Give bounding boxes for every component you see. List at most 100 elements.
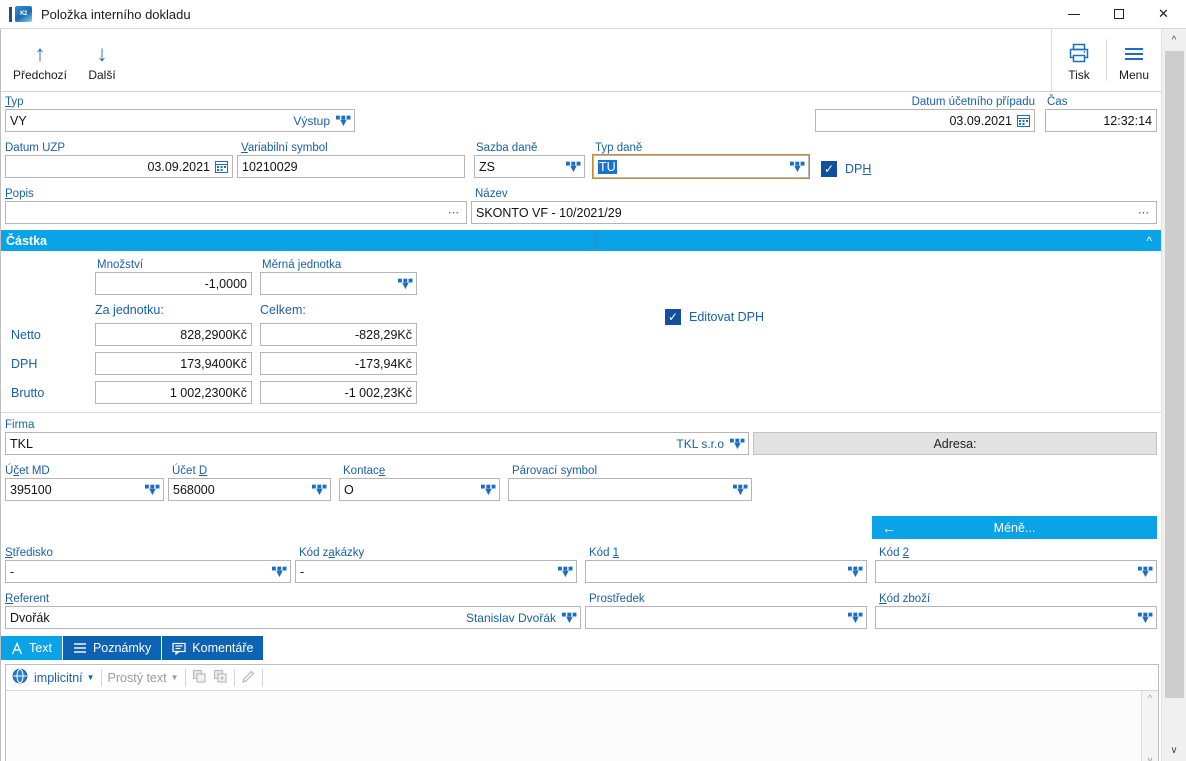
chevron-down-icon[interactable]: ■■■ ▼ xyxy=(733,483,749,498)
field-merna-jednotka: Měrná jednotka ■■■ ▼ xyxy=(260,257,417,295)
chevron-down-icon[interactable]: ■■■ ▼ xyxy=(145,483,161,498)
chevron-down-icon[interactable]: ■■■ ▼ xyxy=(848,565,864,580)
tab-komentare[interactable]: Komentáře xyxy=(162,636,265,660)
field-parovaci-symbol: Párovací symbol ■■■ ▼ xyxy=(508,461,760,504)
ucet-md-input[interactable]: 395100 ■■■ ▼ xyxy=(5,478,164,501)
brutto-unit-input[interactable]: 1 002,2300 Kč xyxy=(95,381,252,404)
copy-add-icon[interactable] xyxy=(213,669,228,687)
field-kod-zakazky-label: Kód zakázky xyxy=(299,547,365,559)
parovaci-symbol-input[interactable]: ■■■ ▼ xyxy=(508,478,752,501)
form-row-accounts: Účet MD 395100 ■■■▼ Účet D 568000 ■■■▼ xyxy=(1,461,1161,504)
ucet-d-value: 568000 xyxy=(173,482,215,497)
next-button[interactable]: ↓ Další xyxy=(71,29,133,91)
amount-row-label: Brutto xyxy=(11,385,45,400)
dph-unit-input[interactable]: 173,9400 Kč xyxy=(95,352,252,375)
referent-input[interactable]: Dvořák Stanislav Dvořák ■■■ ▼ xyxy=(5,606,581,629)
datum-ucetniho-pripadu-input[interactable]: 03.09.2021 xyxy=(815,109,1035,132)
language-dropdown[interactable]: implicitní ▼ xyxy=(34,671,95,685)
amounts-left: Množství -1,0000 Měrná jednotka ■■■ ▼ Za… xyxy=(1,257,417,404)
chevron-down-icon[interactable]: ■■■ ▼ xyxy=(398,277,414,292)
nazev-input[interactable]: SKONTO VF - 10/2021/29 ⋯ xyxy=(471,201,1157,224)
field-referent-label: Referent xyxy=(5,593,50,605)
chevron-down-icon[interactable]: ■■■ ▼ xyxy=(790,160,806,175)
scrollbar-thumb[interactable] xyxy=(1164,51,1184,698)
close-icon[interactable]: ✕ xyxy=(1141,0,1186,29)
kod-2-input[interactable]: ■■■ ▼ xyxy=(875,560,1157,583)
ellipsis-icon[interactable]: ⋯ xyxy=(448,206,462,219)
tab-text[interactable]: Text xyxy=(1,636,63,660)
scroll-up-icon[interactable]: ^ xyxy=(1162,29,1186,51)
menu-button-label: Menu xyxy=(1118,67,1150,82)
stredisko-input[interactable]: - ■■■ ▼ xyxy=(5,560,291,583)
chevron-down-icon[interactable]: ■■■ ▼ xyxy=(336,114,352,129)
chevron-down-icon[interactable]: ■■■ ▼ xyxy=(1138,565,1154,580)
scrollbar-track[interactable] xyxy=(1162,51,1186,739)
netto-total-input[interactable]: -828,29 Kč xyxy=(260,323,417,346)
editor-divider xyxy=(184,669,186,686)
chevron-up-icon[interactable]: ^ xyxy=(1146,234,1161,248)
variabilni-symbol-input[interactable]: 10210029 xyxy=(237,155,465,178)
mene-button[interactable]: ← Méně... xyxy=(872,516,1157,539)
scroll-down-icon[interactable]: ∨ xyxy=(1162,739,1186,761)
chevron-down-icon[interactable]: ■■■ ▼ xyxy=(562,611,578,626)
sazba-dane-input[interactable]: ZS ■■■ ▼ xyxy=(474,155,585,178)
window-scrollbar[interactable]: ^ ∨ xyxy=(1161,29,1186,761)
kod-zakazky-input[interactable]: - ■■■ ▼ xyxy=(295,560,577,583)
dph-checkbox[interactable]: ✓ xyxy=(821,161,837,177)
dph-checkbox-row[interactable]: ✓ DPH xyxy=(821,161,871,177)
chevron-down-icon[interactable]: ■■■ ▼ xyxy=(312,483,328,498)
calendar-icon[interactable] xyxy=(215,160,228,173)
editovat-dph-row[interactable]: ✓ Editovat DPH xyxy=(665,309,764,325)
typ-dane-input[interactable]: TU ■■■ ▼ xyxy=(592,154,810,179)
nazev-value: SKONTO VF - 10/2021/29 xyxy=(476,205,622,220)
amount-row-label: Netto xyxy=(11,327,41,342)
castka-section-header[interactable]: Částka ^ xyxy=(1,230,1161,251)
previous-button-label: Předchozí xyxy=(12,67,68,82)
chevron-down-icon[interactable]: ■■■ ▼ xyxy=(730,437,746,452)
copy-icon[interactable] xyxy=(192,669,207,687)
kontace-input[interactable]: O ■■■ ▼ xyxy=(339,478,500,501)
arrow-down-icon: ↓ xyxy=(96,40,108,66)
chevron-down-icon[interactable]: ■■■ ▼ xyxy=(848,611,864,626)
mnozstvi-input[interactable]: -1,0000 xyxy=(95,272,252,295)
editor-scrollbar[interactable]: ^ ∨ xyxy=(1141,691,1158,761)
chevron-down-icon[interactable]: ■■■ ▼ xyxy=(272,565,288,580)
netto-unit-input[interactable]: 828,2900 Kč xyxy=(95,323,252,346)
dph-checkbox-label: DPH xyxy=(845,162,872,176)
kod-1-input[interactable]: ■■■ ▼ xyxy=(585,560,867,583)
scroll-down-icon[interactable]: ∨ xyxy=(1147,755,1154,761)
firma-input[interactable]: TKL TKL s.r.o ■■■ ▼ xyxy=(5,432,749,455)
dph-total-input[interactable]: -173,94 Kč xyxy=(260,352,417,375)
popis-input[interactable]: ⋯ xyxy=(5,201,467,224)
pencil-icon[interactable] xyxy=(241,669,256,687)
chevron-down-icon[interactable]: ■■■ ▼ xyxy=(1138,611,1154,626)
cas-input[interactable]: 12:32:14 xyxy=(1045,109,1157,132)
ellipsis-icon[interactable]: ⋯ xyxy=(1138,206,1152,219)
chevron-down-icon[interactable]: ■■■ ▼ xyxy=(566,160,582,175)
previous-button[interactable]: ↑ Předchozí xyxy=(9,29,71,91)
editovat-dph-checkbox[interactable]: ✓ xyxy=(665,309,681,325)
prostredek-input[interactable]: ■■■ ▼ xyxy=(585,606,867,629)
tab-komentare-label: Komentáře xyxy=(192,641,254,655)
minimize-icon[interactable] xyxy=(1051,0,1096,29)
calendar-icon[interactable] xyxy=(1017,114,1030,127)
chevron-down-icon[interactable]: ■■■ ▼ xyxy=(558,565,574,580)
globe-icon[interactable] xyxy=(12,668,28,687)
print-button[interactable]: Tisk xyxy=(1052,29,1106,91)
maximize-icon[interactable] xyxy=(1096,0,1141,29)
ucet-d-input[interactable]: 568000 ■■■ ▼ xyxy=(168,478,331,501)
tab-text-label: Text xyxy=(29,641,52,655)
field-ucet-md-label: Účet MD xyxy=(5,465,50,477)
menu-button[interactable]: Menu xyxy=(1107,29,1161,91)
field-stredisko: Středisko - ■■■ ▼ xyxy=(1,543,295,586)
editor-textarea[interactable] xyxy=(6,691,1141,761)
scroll-up-icon[interactable]: ^ xyxy=(1148,693,1152,703)
datum-uzp-input[interactable]: 03.09.2021 xyxy=(5,155,233,178)
brutto-total-input[interactable]: -1 002,23 Kč xyxy=(260,381,417,404)
tab-poznamky[interactable]: Poznámky xyxy=(62,636,163,660)
kod-zbozi-input[interactable]: ■■■ ▼ xyxy=(875,606,1157,629)
chevron-down-icon[interactable]: ■■■ ▼ xyxy=(481,483,497,498)
merna-jednotka-input[interactable]: ■■■ ▼ xyxy=(260,272,417,295)
typ-input[interactable]: VY Výstup ■■■ ▼ xyxy=(5,109,355,132)
format-dropdown[interactable]: Prostý text ▼ xyxy=(108,671,179,685)
